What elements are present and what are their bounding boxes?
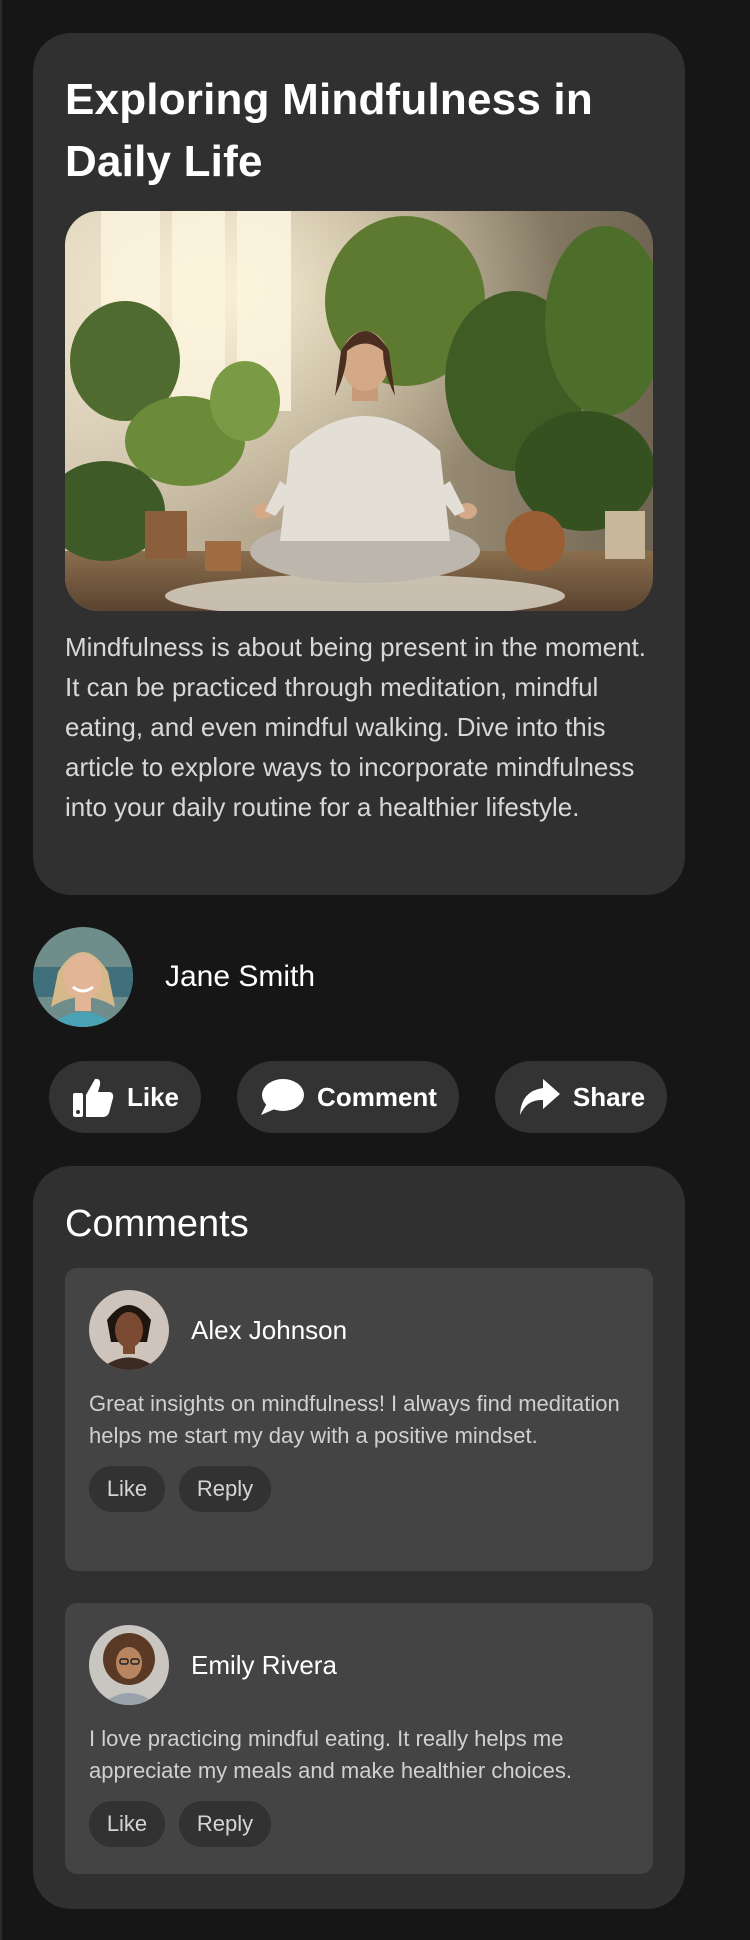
comment-item: Alex Johnson Great insights on mindfulne… bbox=[65, 1268, 653, 1571]
share-arrow-icon bbox=[519, 1079, 560, 1115]
comment-reply-button[interactable]: Reply bbox=[179, 1466, 271, 1512]
speech-bubble-icon bbox=[261, 1079, 305, 1115]
comments-title: Comments bbox=[65, 1203, 249, 1245]
article-image bbox=[65, 211, 653, 611]
commenter-name[interactable]: Emily Rivera bbox=[191, 1650, 337, 1681]
article-title: Exploring Mindfulness in Daily Life bbox=[65, 75, 593, 186]
commenter-avatar[interactable] bbox=[89, 1290, 169, 1370]
author-avatar[interactable] bbox=[33, 927, 133, 1027]
comment-button[interactable]: Comment bbox=[237, 1061, 459, 1133]
comment-item: Emily Rivera I love practicing mindful e… bbox=[65, 1603, 653, 1874]
author-name[interactable]: Jane Smith bbox=[165, 960, 315, 994]
article-body-text: Mindfulness is about being present in th… bbox=[65, 632, 647, 822]
commenter-avatar[interactable] bbox=[89, 1625, 169, 1705]
comment-actions: Like Reply bbox=[89, 1466, 629, 1512]
comment-text: I love practicing mindful eating. It rea… bbox=[89, 1726, 573, 1783]
share-button[interactable]: Share bbox=[495, 1061, 667, 1133]
comment-button-label: Comment bbox=[317, 1081, 437, 1112]
author-row: Jane Smith bbox=[33, 927, 685, 1027]
comment-reply-button[interactable]: Reply bbox=[179, 1801, 271, 1847]
comment-like-button[interactable]: Like bbox=[89, 1466, 165, 1512]
like-button[interactable]: Like bbox=[49, 1061, 201, 1133]
commenter-name[interactable]: Alex Johnson bbox=[191, 1315, 347, 1346]
comment-actions: Like Reply bbox=[89, 1801, 629, 1847]
article-card: Exploring Mindfulness in Daily Life Mind… bbox=[33, 33, 685, 895]
comments-section: Comments Alex Johnson Great insights on … bbox=[33, 1166, 685, 1909]
feed-column: Exploring Mindfulness in Daily Life Mind… bbox=[33, 33, 685, 1909]
left-edge-border bbox=[0, 0, 2, 1940]
comment-header: Alex Johnson bbox=[89, 1290, 629, 1370]
comment-text: Great insights on mindfulness! I always … bbox=[89, 1391, 620, 1448]
comment-like-button[interactable]: Like bbox=[89, 1801, 165, 1847]
comment-header: Emily Rivera bbox=[89, 1625, 629, 1705]
thumbs-up-icon bbox=[72, 1078, 114, 1117]
post-actions: Like Comment Share bbox=[33, 1061, 685, 1133]
share-button-label: Share bbox=[572, 1081, 646, 1112]
like-button-label: Like bbox=[126, 1081, 180, 1112]
